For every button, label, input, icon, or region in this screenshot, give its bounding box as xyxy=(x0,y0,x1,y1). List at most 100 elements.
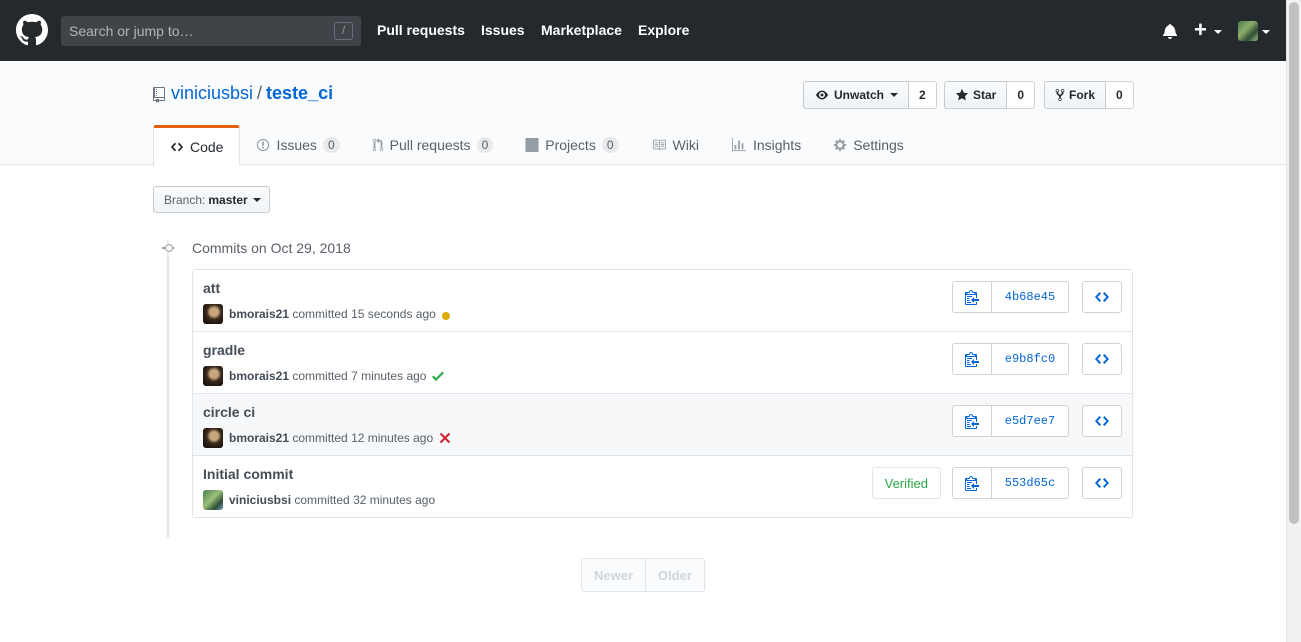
verified-badge[interactable]: Verified xyxy=(871,467,941,499)
commit-sha-link[interactable]: 4b68e45 xyxy=(992,281,1069,313)
eye-icon xyxy=(816,90,828,100)
avatar[interactable] xyxy=(203,366,223,386)
tab-pull-requests[interactable]: Pull requests 0 xyxy=(356,125,510,165)
star-button-group: Star 0 xyxy=(944,81,1036,109)
commit-group-icon xyxy=(162,243,174,253)
stargazers-count[interactable]: 0 xyxy=(1007,81,1036,109)
status-success-check-icon[interactable] xyxy=(432,368,445,384)
commit-sha-link[interactable]: 553d65c xyxy=(992,467,1069,499)
fork-button[interactable]: Fork xyxy=(1044,81,1107,109)
unwatch-caret-icon xyxy=(890,93,899,97)
create-new-caret-icon[interactable] xyxy=(1214,30,1222,34)
tab-settings[interactable]: Settings xyxy=(817,125,920,165)
commit-author-link[interactable]: bmorais21 xyxy=(229,431,289,445)
commit-author-link[interactable]: viniciusbsi xyxy=(229,493,291,507)
sha-button-group: e5d7ee7 xyxy=(952,405,1069,437)
repo-title: viniciusbsi / teste_ci xyxy=(171,83,333,104)
commit-title-link[interactable]: att xyxy=(203,280,220,296)
issue-icon xyxy=(257,138,270,152)
pagination: Newer Older xyxy=(581,558,705,592)
fork-button-group: Fork 0 xyxy=(1044,81,1134,109)
copy-sha-button[interactable] xyxy=(952,343,992,375)
tab-issues-label: Issues xyxy=(276,137,317,153)
tab-code[interactable]: Code xyxy=(153,125,241,166)
status-pending-icon[interactable] xyxy=(441,311,450,320)
github-logo-icon[interactable] xyxy=(16,14,48,46)
gear-icon xyxy=(834,138,847,152)
create-new-plus-icon[interactable]: + xyxy=(1194,19,1207,41)
user-menu-caret-icon[interactable] xyxy=(1262,30,1270,34)
watch-button-group: Unwatch 2 xyxy=(803,81,937,109)
repo-name-link[interactable]: teste_ci xyxy=(266,83,333,103)
commit-meta: bmorais21 committed 7 minutes ago xyxy=(203,366,445,386)
browse-repo-at-commit-button[interactable] xyxy=(1082,405,1122,437)
star-icon xyxy=(955,88,969,101)
code-icon xyxy=(1095,292,1109,302)
browse-repo-at-commit-button[interactable] xyxy=(1082,343,1122,375)
tab-code-label: Code xyxy=(190,139,224,155)
user-avatar[interactable] xyxy=(1238,21,1258,41)
copy-sha-button[interactable] xyxy=(952,405,992,437)
nav-marketplace[interactable]: Marketplace xyxy=(541,22,622,38)
repo-pagehead: viniciusbsi / teste_ci Unwatch 2 Star 0 Fo… xyxy=(0,61,1286,166)
tab-pull-requests-counter: 0 xyxy=(476,137,494,153)
avatar[interactable] xyxy=(203,490,223,510)
commit-meta: viniciusbsi committed 32 minutes ago xyxy=(203,490,435,510)
commit-author-link[interactable]: bmorais21 xyxy=(229,307,289,321)
scrollbar-thumb[interactable] xyxy=(1289,2,1299,524)
avatar[interactable] xyxy=(203,304,223,324)
commit-author-link[interactable]: bmorais21 xyxy=(229,369,289,383)
commit-title-link[interactable]: Initial commit xyxy=(203,466,293,482)
tab-settings-label: Settings xyxy=(853,137,904,153)
vertical-scrollbar[interactable] xyxy=(1286,0,1301,642)
pagination-older-button[interactable]: Older xyxy=(646,559,704,591)
tab-insights[interactable]: Insights xyxy=(715,125,817,165)
timeline-line xyxy=(167,240,169,538)
commit-title-link[interactable]: circle ci xyxy=(203,404,255,420)
global-header: / Pull requests Issues Marketplace Explo… xyxy=(0,0,1286,61)
project-icon xyxy=(525,138,539,152)
repo-owner-link[interactable]: viniciusbsi xyxy=(171,83,253,103)
nav-issues[interactable]: Issues xyxy=(481,22,525,38)
commit-row: Initial commit viniciusbsi committed 32 … xyxy=(193,456,1132,517)
fork-icon xyxy=(1055,88,1065,102)
clipboard-icon xyxy=(965,414,979,429)
commit-time: 7 minutes ago xyxy=(351,369,427,383)
unwatch-label: Unwatch xyxy=(834,88,885,102)
tab-wiki-label: Wiki xyxy=(672,137,699,153)
copy-sha-button[interactable] xyxy=(952,281,992,313)
tab-insights-label: Insights xyxy=(752,137,802,153)
copy-sha-button[interactable] xyxy=(952,467,992,499)
tab-pull-requests-label: Pull requests xyxy=(389,137,471,153)
search-box[interactable]: / xyxy=(61,16,361,46)
nav-explore[interactable]: Explore xyxy=(638,22,689,38)
forks-count[interactable]: 0 xyxy=(1106,81,1134,109)
unwatch-button[interactable]: Unwatch xyxy=(803,81,910,109)
watchers-count[interactable]: 2 xyxy=(909,81,937,109)
status-failure-x-icon[interactable] xyxy=(439,430,451,446)
star-button[interactable]: Star xyxy=(944,81,1008,109)
repo-nav-tabs: Code Issues 0 Pull requests 0 Projects 0… xyxy=(153,125,920,166)
commit-row: att bmorais21 committed 15 seconds ago 4… xyxy=(193,270,1132,332)
commit-title-link[interactable]: gradle xyxy=(203,342,245,358)
commit-sha-link[interactable]: e5d7ee7 xyxy=(992,405,1069,437)
notifications-bell-icon[interactable] xyxy=(1162,23,1178,39)
sha-button-group: e9b8fc0 xyxy=(952,343,1069,375)
branch-select-button[interactable]: Branch: master xyxy=(153,186,270,213)
commit-row: circle ci bmorais21 committed 12 minutes… xyxy=(193,394,1132,456)
search-input[interactable] xyxy=(61,16,361,46)
code-icon xyxy=(1095,478,1109,488)
tab-wiki[interactable]: Wiki xyxy=(635,125,715,165)
browse-repo-at-commit-button[interactable] xyxy=(1082,467,1122,499)
clipboard-icon xyxy=(965,476,979,491)
commit-sha-link[interactable]: e9b8fc0 xyxy=(992,343,1069,375)
tab-issues[interactable]: Issues 0 xyxy=(240,125,355,165)
avatar[interactable] xyxy=(203,428,223,448)
nav-pull-requests[interactable]: Pull requests xyxy=(377,22,465,38)
browse-repo-at-commit-button[interactable] xyxy=(1082,281,1122,313)
pagination-newer-button[interactable]: Newer xyxy=(582,559,646,591)
tab-projects-counter: 0 xyxy=(601,137,619,153)
sha-button-group: 4b68e45 xyxy=(952,281,1069,313)
tab-projects[interactable]: Projects 0 xyxy=(509,125,634,165)
commit-action: committed xyxy=(294,493,350,507)
